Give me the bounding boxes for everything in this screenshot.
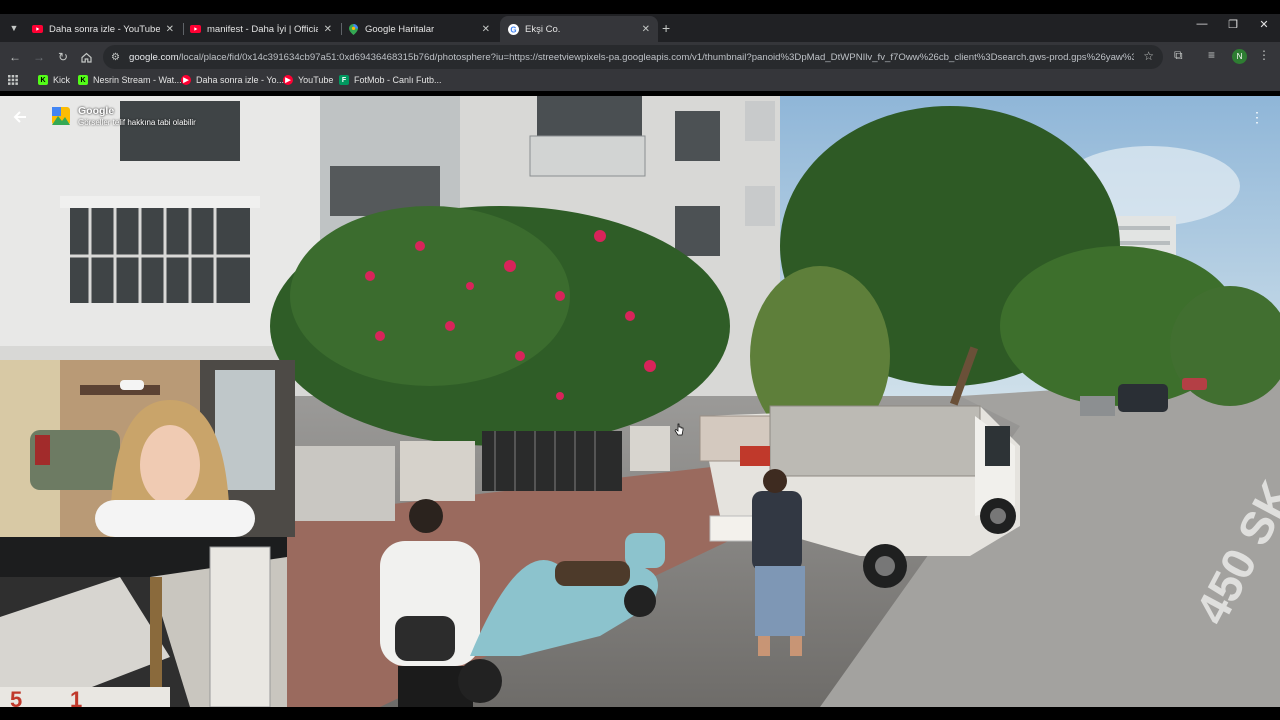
viewer-menu-icon[interactable]: ⋮: [1246, 106, 1268, 128]
google-icon: G: [508, 23, 519, 35]
viewer-back-button[interactable]: [8, 106, 32, 128]
close-tab-icon[interactable]: ✕: [166, 24, 174, 35]
top-black-bar: [0, 0, 1280, 14]
svg-text:1: 1: [70, 687, 82, 707]
bookmark-nesrin-stream[interactable]: K Nesrin Stream - Wat...: [78, 75, 182, 85]
extensions-icon[interactable]: ⧉: [1174, 48, 1183, 63]
mouse-cursor-icon: [674, 423, 684, 436]
bookmark-kick[interactable]: K Kick: [38, 75, 70, 85]
secondary-camera-inset: 5 1: [0, 537, 287, 707]
arrow-left-icon: [13, 111, 26, 123]
youtube-icon: ▶: [181, 75, 191, 85]
youtube-icon: ▶: [283, 75, 293, 85]
fotmob-icon: F: [339, 75, 349, 85]
svg-text:5: 5: [10, 687, 22, 707]
restore-button[interactable]: ❐: [1218, 18, 1248, 31]
tab-title: manifest - Daha İyi | Official Music: [207, 23, 318, 35]
back-button[interactable]: ←: [6, 48, 24, 66]
google-maps-icon: [348, 23, 359, 35]
tab-search-button[interactable]: ▼: [4, 18, 24, 38]
close-window-button[interactable]: ✕: [1249, 18, 1279, 31]
browser-menu-icon[interactable]: ⋮: [1258, 48, 1270, 62]
tab-strip: ▼ Daha sonra izle - YouTube ✕ manifest -…: [0, 14, 1280, 42]
street-view-panorama[interactable]: 450 SK Google Görseller telif hakkına ta…: [0, 96, 1280, 707]
kick-icon: K: [78, 75, 88, 85]
forward-button[interactable]: →: [30, 48, 48, 66]
tab-title: Ekşi Co.: [525, 23, 561, 35]
youtube-icon: [32, 24, 43, 35]
browser-toolbar: ← → ↻ ⚙ google.com/local/place/fid/0x14c…: [0, 42, 1280, 72]
close-tab-icon[interactable]: ✕: [642, 24, 650, 35]
tab-youtube-watch-later[interactable]: Daha sonra izle - YouTube ✕: [24, 16, 182, 42]
apps-grid-icon[interactable]: [8, 75, 18, 85]
bookmark-watch-later[interactable]: ▶ Daha sonra izle - Yo...: [181, 75, 284, 85]
new-tab-button[interactable]: +: [662, 20, 670, 36]
home-button[interactable]: [77, 48, 95, 66]
minimize-button[interactable]: —: [1187, 18, 1217, 30]
bookmark-star-icon[interactable]: ☆: [1143, 49, 1154, 63]
tab-google-maps[interactable]: Google Haritalar ✕: [340, 16, 498, 42]
profile-avatar[interactable]: N: [1232, 49, 1247, 64]
reload-button[interactable]: ↻: [54, 48, 72, 66]
tab-manifest-music[interactable]: manifest - Daha İyi | Official Music ✕: [182, 16, 340, 42]
photo-icon: [52, 107, 70, 125]
kick-icon: K: [38, 75, 48, 85]
youtube-icon: [190, 24, 201, 35]
tab-title: Google Haritalar: [365, 23, 435, 35]
close-tab-icon[interactable]: ✕: [482, 24, 490, 35]
tab-title: Daha sonra izle - YouTube: [49, 23, 160, 35]
url-text[interactable]: google.com/local/place/fid/0x14c391634cb…: [129, 52, 1134, 63]
copyright-notice: Görseller telif hakkına tabi olabilir: [78, 118, 196, 127]
site-info-icon[interactable]: ⚙: [111, 52, 125, 63]
close-tab-icon[interactable]: ✕: [324, 24, 332, 35]
bookmark-youtube[interactable]: ▶ YouTube: [283, 75, 333, 85]
home-icon: [80, 52, 92, 63]
bookmark-fotmob[interactable]: F FotMob - Canlı Futb...: [339, 75, 442, 85]
google-brand-text: Google: [78, 105, 115, 117]
webcam-overlay: [0, 360, 295, 537]
tab-eksi-co-active[interactable]: G Ekşi Co. ✕: [500, 16, 658, 42]
google-attribution: Google Görseller telif hakkına tabi olab…: [52, 105, 196, 127]
bottom-black-bar: [0, 707, 1280, 720]
media-controls-icon[interactable]: ≡: [1208, 48, 1215, 62]
bookmarks-bar: K Kick K Nesrin Stream - Wat... ▶ Daha s…: [0, 72, 1280, 91]
address-bar[interactable]: ⚙ google.com/local/place/fid/0x14c391634…: [103, 45, 1163, 69]
svg-text:G: G: [510, 25, 516, 34]
